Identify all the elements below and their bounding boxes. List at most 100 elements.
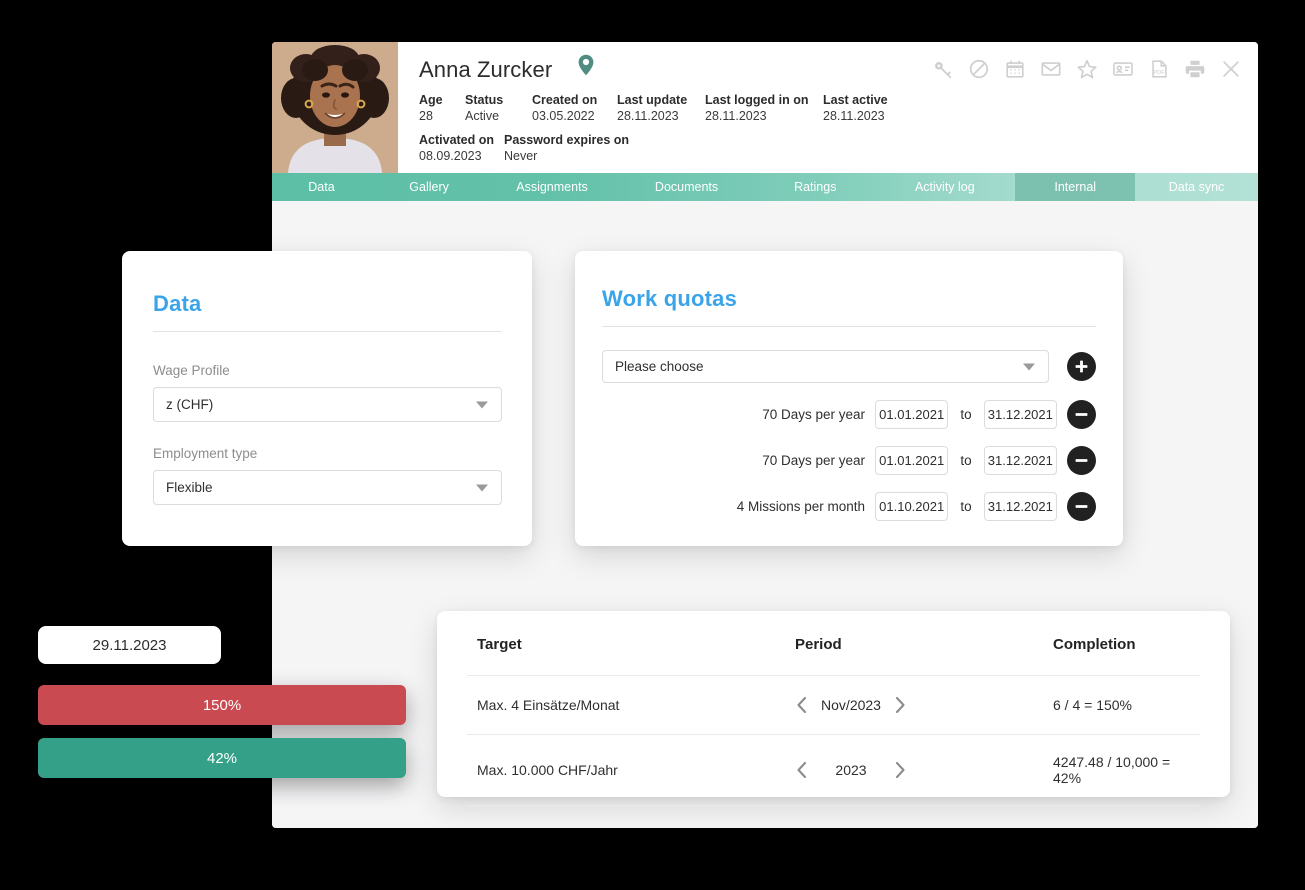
tab-ratings[interactable]: Ratings [756, 173, 874, 201]
employment-type-value: Flexible [166, 480, 213, 495]
meta-age: Age 28 [419, 93, 465, 124]
chevron-right-icon[interactable] [894, 695, 907, 715]
tab-internal[interactable]: Internal [1015, 173, 1136, 201]
targets-card: Target Period Completion Max. 4 Einsätze… [437, 611, 1230, 806]
data-card: Data Wage Profile z (CHF) Employment typ… [122, 251, 532, 546]
period-value: 2023 [835, 762, 867, 778]
quota-type-placeholder: Please choose [615, 359, 704, 374]
page-title: Anna Zurcker [419, 56, 553, 82]
add-quota-button[interactable] [1067, 352, 1096, 381]
meta-value: 28 [419, 109, 433, 123]
stage: Anna Zurcker Age 28 Status Active Create… [0, 0, 1305, 890]
quota-to-date-input[interactable]: 31.12.2021 [983, 492, 1058, 521]
quota-row: 4 Missions per month 01.10.2021 to 31.12… [602, 492, 1097, 521]
meta-label: Last active [823, 93, 888, 107]
period-navigator: 2023 [795, 760, 1053, 780]
pdf-icon[interactable]: PDF [1148, 58, 1170, 80]
tab-assignments[interactable]: Assignments [487, 173, 617, 201]
cell-target: Max. 4 Einsätze/Monat [467, 675, 795, 735]
quota-to-label: to [960, 407, 972, 422]
cell-completion: 4247.48 / 10,000 = 42% [1053, 734, 1200, 806]
cell-period: 2023 [795, 734, 1053, 806]
minus-icon [1075, 459, 1088, 462]
calendar-icon[interactable] [1004, 58, 1026, 80]
minus-icon [1075, 413, 1088, 416]
meta-value: 28.11.2023 [705, 109, 767, 123]
employment-type-label: Employment type [153, 446, 258, 461]
targets-table: Target Period Completion Max. 4 Einsätze… [467, 611, 1200, 806]
quota-to-label: to [960, 499, 972, 514]
close-icon[interactable] [1220, 58, 1242, 80]
work-quotas-title: Work quotas [602, 286, 738, 311]
tab-documents[interactable]: Documents [617, 173, 757, 201]
quota-row: 70 Days per year 01.01.2021 to 31.12.202… [602, 400, 1097, 429]
profile-meta-row-1: Age 28 Status Active Created on 03.05.20… [419, 93, 1258, 124]
remove-quota-button[interactable] [1067, 492, 1097, 521]
remove-quota-button[interactable] [1067, 400, 1097, 429]
meta-label: Last logged in on [705, 93, 809, 107]
tab-activity-log[interactable]: Activity log [874, 173, 1015, 201]
meta-label: Created on [532, 93, 598, 107]
meta-activated-on: Activated on 08.09.2023 [419, 133, 504, 164]
wage-profile-select[interactable]: z (CHF) [153, 387, 502, 422]
meta-label: Last update [617, 93, 688, 107]
quota-from-date-input[interactable]: 01.10.2021 [875, 492, 949, 521]
quota-type-select[interactable]: Please choose [602, 350, 1049, 383]
id-card-icon[interactable] [1112, 58, 1134, 80]
location-pin-icon [577, 54, 595, 81]
cell-completion: 6 / 4 = 150% [1053, 675, 1200, 735]
meta-label: Status [465, 93, 504, 107]
work-quotas-card: Work quotas Please choose 70 Days per ye… [575, 251, 1123, 546]
quota-to-date-input[interactable]: 31.12.2021 [983, 446, 1058, 475]
meta-created-on: Created on 03.05.2022 [532, 93, 617, 124]
meta-label: Activated on [419, 133, 495, 147]
quota-row: 70 Days per year 01.01.2021 to 31.12.202… [602, 446, 1097, 475]
data-card-title: Data [153, 291, 202, 316]
meta-label: Password expires on [504, 133, 630, 147]
quota-from-date-input[interactable]: 01.01.2021 [875, 446, 949, 475]
progress-widget: 29.11.2023 150% 42% [38, 626, 406, 778]
envelope-icon[interactable] [1040, 58, 1062, 80]
data-card-divider [153, 331, 502, 332]
meta-value: Never [504, 149, 538, 163]
avatar [272, 42, 398, 173]
column-header-period: Period [795, 611, 1053, 676]
quota-row-label: 70 Days per year [762, 453, 865, 468]
ban-icon[interactable] [968, 58, 990, 80]
cell-target: Max. 10.000 CHF/Jahr [467, 734, 795, 806]
quota-to-label: to [960, 453, 972, 468]
meta-status: Status Active [465, 93, 532, 124]
meta-value: 28.11.2023 [617, 109, 679, 123]
wage-profile-label: Wage Profile [153, 363, 230, 378]
quota-from-date-input[interactable]: 01.01.2021 [875, 400, 949, 429]
meta-last-active: Last active 28.11.2023 [823, 93, 888, 124]
quota-row-label: 4 Missions per month [736, 499, 865, 514]
star-icon[interactable] [1076, 58, 1098, 80]
table-row: Max. 4 Einsätze/Monat Nov/2023 6 / 4 = 1… [467, 675, 1200, 735]
chevron-left-icon[interactable] [795, 695, 808, 715]
table-header-row: Target Period Completion [467, 611, 1200, 676]
employment-type-select[interactable]: Flexible [153, 470, 502, 505]
svg-text:PDF: PDF [1153, 70, 1165, 76]
tab-data[interactable]: Data [272, 173, 371, 201]
chevron-right-icon[interactable] [894, 760, 907, 780]
remove-quota-button[interactable] [1067, 446, 1097, 475]
meta-last-update: Last update 28.11.2023 [617, 93, 705, 124]
quota-row-label: 70 Days per year [762, 407, 865, 422]
cell-period: Nov/2023 [795, 675, 1053, 735]
widget-date-input[interactable]: 29.11.2023 [38, 626, 221, 664]
meta-value: 28.11.2023 [823, 109, 885, 123]
printer-icon[interactable] [1184, 58, 1206, 80]
chevron-down-icon [476, 401, 488, 408]
quota-to-date-input[interactable]: 31.12.2021 [983, 400, 1058, 429]
meta-last-logged-in: Last logged in on 28.11.2023 [705, 93, 823, 124]
header-toolbar: PDF [932, 58, 1242, 80]
column-header-completion: Completion [1053, 611, 1200, 676]
quota-add-row: Please choose [602, 350, 1096, 383]
tab-gallery[interactable]: Gallery [371, 173, 487, 201]
tab-data-sync[interactable]: Data sync [1135, 173, 1258, 201]
key-icon[interactable] [932, 58, 954, 80]
wage-profile-value: z (CHF) [166, 397, 214, 412]
chevron-left-icon[interactable] [795, 760, 808, 780]
column-header-target: Target [467, 611, 795, 676]
